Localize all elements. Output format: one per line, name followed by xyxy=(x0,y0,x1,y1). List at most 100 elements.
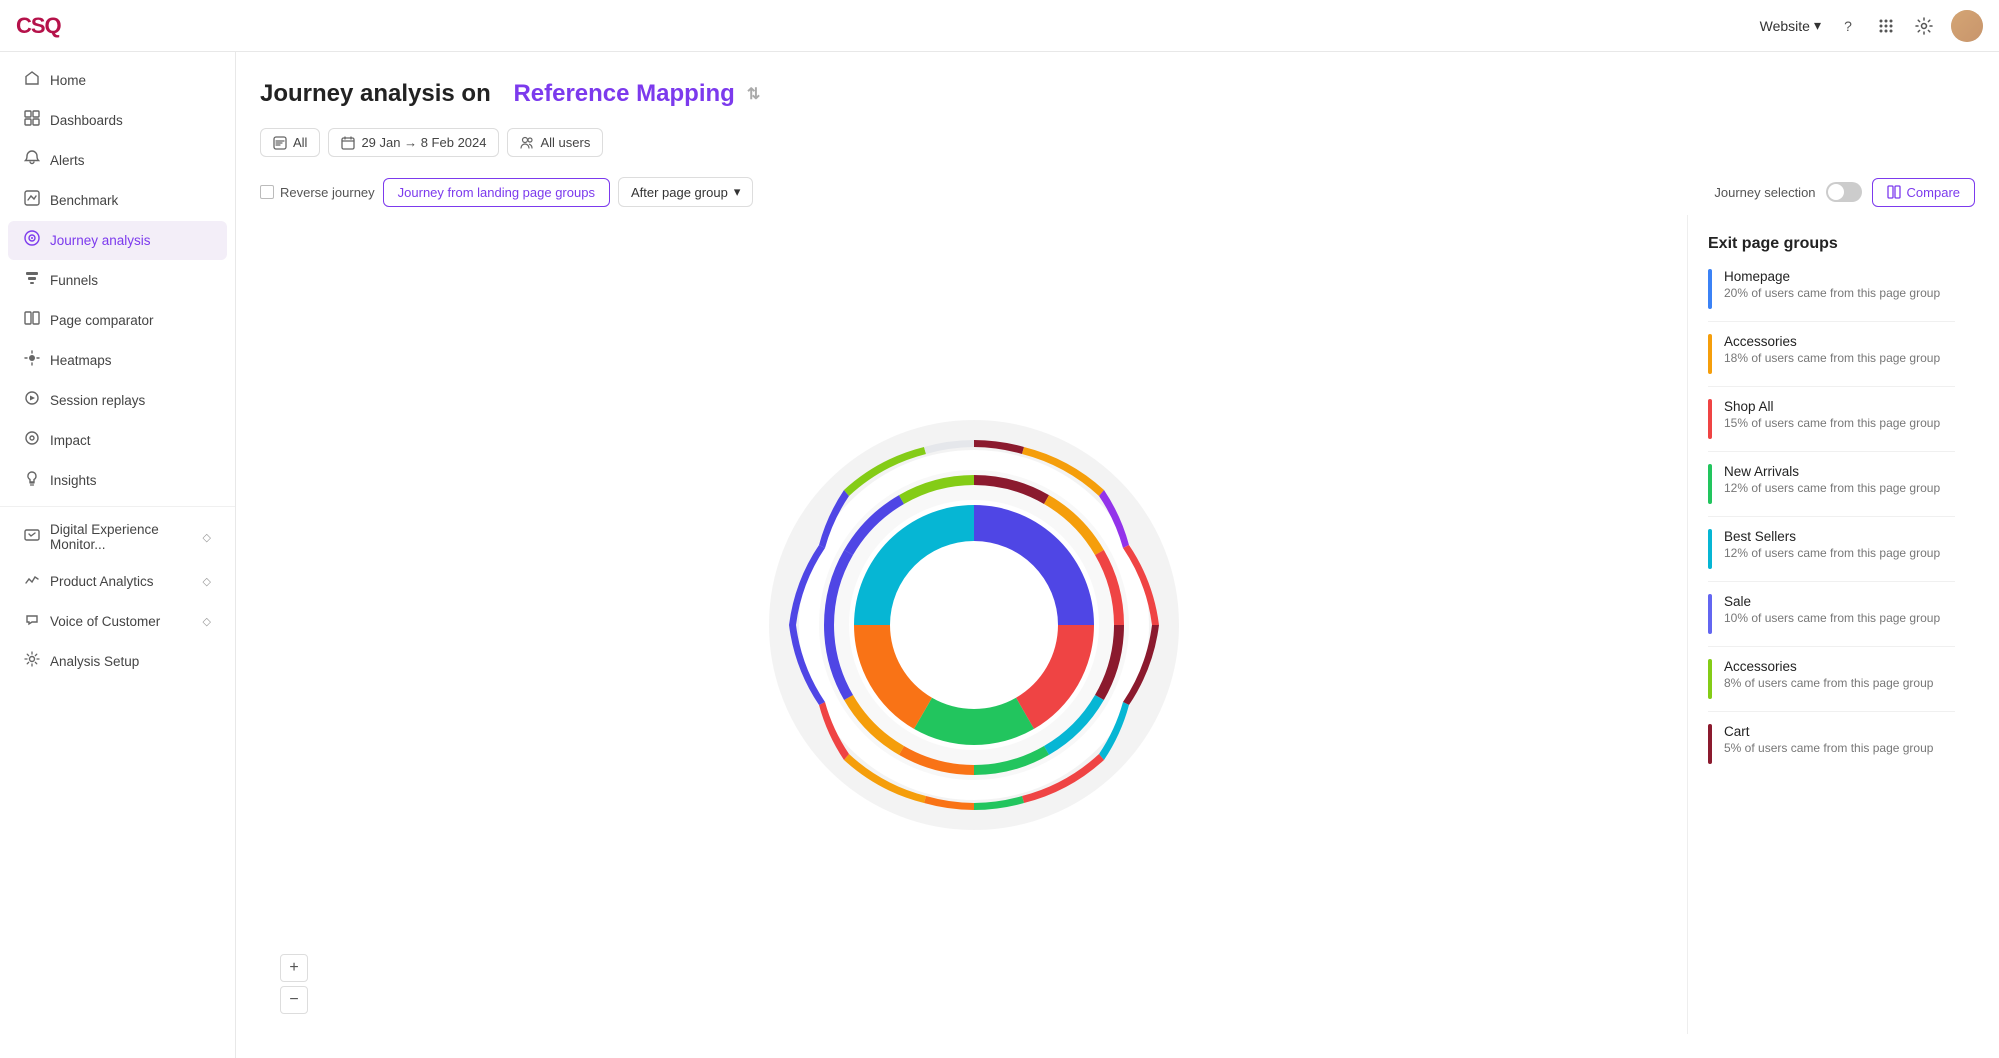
sidebar-divider xyxy=(0,506,235,507)
filter-icon xyxy=(273,136,287,150)
exit-name: Sale xyxy=(1724,594,1955,609)
exit-pct: 18% of users came from this page group xyxy=(1724,351,1955,365)
funnels-icon xyxy=(24,270,40,291)
sidebar-item-label: Funnels xyxy=(50,273,211,288)
sidebar-item-dashboards[interactable]: Dashboards xyxy=(8,101,227,140)
exit-pct: 15% of users came from this page group xyxy=(1724,416,1955,430)
sidebar-item-funnels[interactable]: Funnels xyxy=(8,261,227,300)
sidebar-item-label: Insights xyxy=(50,473,211,488)
voice-of-customer-badge: ◇ xyxy=(203,615,211,628)
compare-button[interactable]: Compare xyxy=(1872,178,1975,207)
exit-item[interactable]: Accessories 18% of users came from this … xyxy=(1708,334,1955,387)
zoom-out-button[interactable]: − xyxy=(280,986,308,1014)
help-icon[interactable]: ? xyxy=(1837,15,1859,37)
website-selector[interactable]: Website ▾ xyxy=(1760,17,1821,34)
exit-items-list: Homepage 20% of users came from this pag… xyxy=(1708,269,1955,776)
exit-pct: 8% of users came from this page group xyxy=(1724,676,1955,690)
dashboards-icon xyxy=(24,110,40,131)
exit-color-bar xyxy=(1708,529,1712,569)
title-main-text: Journey analysis on xyxy=(260,80,491,108)
exit-item[interactable]: Cart 5% of users came from this page gro… xyxy=(1708,724,1955,776)
exit-info: Shop All 15% of users came from this pag… xyxy=(1724,399,1955,439)
chevron-down-icon: ▾ xyxy=(734,184,741,200)
sidebar-item-voice-of-customer[interactable]: Voice of Customer ◇ xyxy=(8,602,227,641)
sidebar-item-label: Heatmaps xyxy=(50,353,211,368)
date-range-button[interactable]: 29 Jan → 8 Feb 2024 xyxy=(328,128,499,157)
sidebar-item-home[interactable]: Home xyxy=(8,61,227,100)
home-icon xyxy=(24,70,40,91)
sidebar-item-heatmaps[interactable]: Heatmaps xyxy=(8,341,227,380)
settings-icon[interactable] xyxy=(1913,15,1935,37)
sidebar-item-product-analytics[interactable]: Product Analytics ◇ xyxy=(8,562,227,601)
sidebar-item-analysis-setup[interactable]: Analysis Setup xyxy=(8,642,227,681)
exit-color-bar xyxy=(1708,724,1712,764)
viz-area: + − Exit page groups Homepage 20% of use… xyxy=(260,215,1975,1034)
zoom-in-button[interactable]: + xyxy=(280,954,308,982)
digital-experience-badge: ◇ xyxy=(203,531,211,544)
sidebar-item-benchmark[interactable]: Benchmark xyxy=(8,181,227,220)
voice-of-customer-icon xyxy=(24,611,40,632)
exit-color-bar xyxy=(1708,334,1712,374)
sidebar-item-journey-analysis[interactable]: Journey analysis xyxy=(8,221,227,260)
exit-name: Best Sellers xyxy=(1724,529,1955,544)
panel-title: Exit page groups xyxy=(1708,235,1955,253)
exit-item[interactable]: Homepage 20% of users came from this pag… xyxy=(1708,269,1955,322)
sidebar-item-alerts[interactable]: Alerts xyxy=(8,141,227,180)
sidebar-item-digital-experience[interactable]: Digital Experience Monitor... ◇ xyxy=(8,513,227,561)
heatmaps-icon xyxy=(24,350,40,371)
title-accent-text: Reference Mapping xyxy=(513,80,734,108)
exit-info: Accessories 18% of users came from this … xyxy=(1724,334,1955,374)
topbar: CSQ Website ▾ ? xyxy=(0,0,1999,52)
checkbox-box xyxy=(260,185,274,199)
journey-selection-area: Journey selection Compare xyxy=(1714,178,1975,207)
exit-info: Homepage 20% of users came from this pag… xyxy=(1724,269,1955,309)
compare-icon xyxy=(1887,185,1901,199)
sidebar-item-session-replays[interactable]: Session replays xyxy=(8,381,227,420)
grid-icon[interactable] xyxy=(1875,15,1897,37)
avatar[interactable] xyxy=(1951,10,1983,42)
title-arrow-icon[interactable]: ⇅ xyxy=(747,84,760,104)
logo: CSQ xyxy=(16,13,61,39)
sidebar-item-label: Benchmark xyxy=(50,193,211,208)
users-filter-button[interactable]: All users xyxy=(507,128,603,157)
page-title: Journey analysis on Reference Mapping ⇅ xyxy=(260,80,1975,108)
reverse-journey-checkbox[interactable]: Reverse journey xyxy=(260,185,375,200)
exit-color-bar xyxy=(1708,399,1712,439)
exit-name: Accessories xyxy=(1724,659,1955,674)
exit-item[interactable]: Accessories 8% of users came from this p… xyxy=(1708,659,1955,712)
chart-container: + − xyxy=(260,215,1687,1034)
sidebar-item-label: Dashboards xyxy=(50,113,211,128)
sidebar-item-label: Product Analytics xyxy=(50,574,193,589)
exit-item[interactable]: Best Sellers 12% of users came from this… xyxy=(1708,529,1955,582)
right-panel: Exit page groups Homepage 20% of users c… xyxy=(1687,215,1975,1034)
sidebar-item-insights[interactable]: Insights xyxy=(8,461,227,500)
impact-icon xyxy=(24,430,40,451)
sidebar-item-label: Impact xyxy=(50,433,211,448)
sidebar-item-label: Home xyxy=(50,73,211,88)
content-area: Journey analysis on Reference Mapping ⇅ … xyxy=(236,52,1999,1058)
exit-info: Cart 5% of users came from this page gro… xyxy=(1724,724,1955,764)
sidebar-item-page-comparator[interactable]: Page comparator xyxy=(8,301,227,340)
journey-controls-row: Reverse journey Journey from landing pag… xyxy=(260,177,1975,207)
exit-item[interactable]: New Arrivals 12% of users came from this… xyxy=(1708,464,1955,517)
exit-info: New Arrivals 12% of users came from this… xyxy=(1724,464,1955,504)
exit-item[interactable]: Shop All 15% of users came from this pag… xyxy=(1708,399,1955,452)
exit-color-bar xyxy=(1708,464,1712,504)
sidebar-item-label: Voice of Customer xyxy=(50,614,193,629)
exit-pct: 12% of users came from this page group xyxy=(1724,481,1955,495)
all-filter-button[interactable]: All xyxy=(260,128,320,157)
journey-selection-toggle[interactable] xyxy=(1826,182,1862,202)
exit-name: New Arrivals xyxy=(1724,464,1955,479)
digital-experience-icon xyxy=(24,527,40,548)
sidebar: Home Dashboards Alerts Benchmark Journey… xyxy=(0,52,236,1058)
users-icon xyxy=(520,136,534,150)
sidebar-item-impact[interactable]: Impact xyxy=(8,421,227,460)
product-analytics-badge: ◇ xyxy=(203,575,211,588)
zoom-controls: + − xyxy=(280,954,308,1014)
exit-name: Shop All xyxy=(1724,399,1955,414)
sidebar-item-label: Alerts xyxy=(50,153,211,168)
after-page-group-dropdown[interactable]: After page group ▾ xyxy=(618,177,753,207)
exit-item[interactable]: Sale 10% of users came from this page gr… xyxy=(1708,594,1955,647)
journey-selection-label: Journey selection xyxy=(1714,185,1815,200)
journey-from-button[interactable]: Journey from landing page groups xyxy=(383,178,610,207)
